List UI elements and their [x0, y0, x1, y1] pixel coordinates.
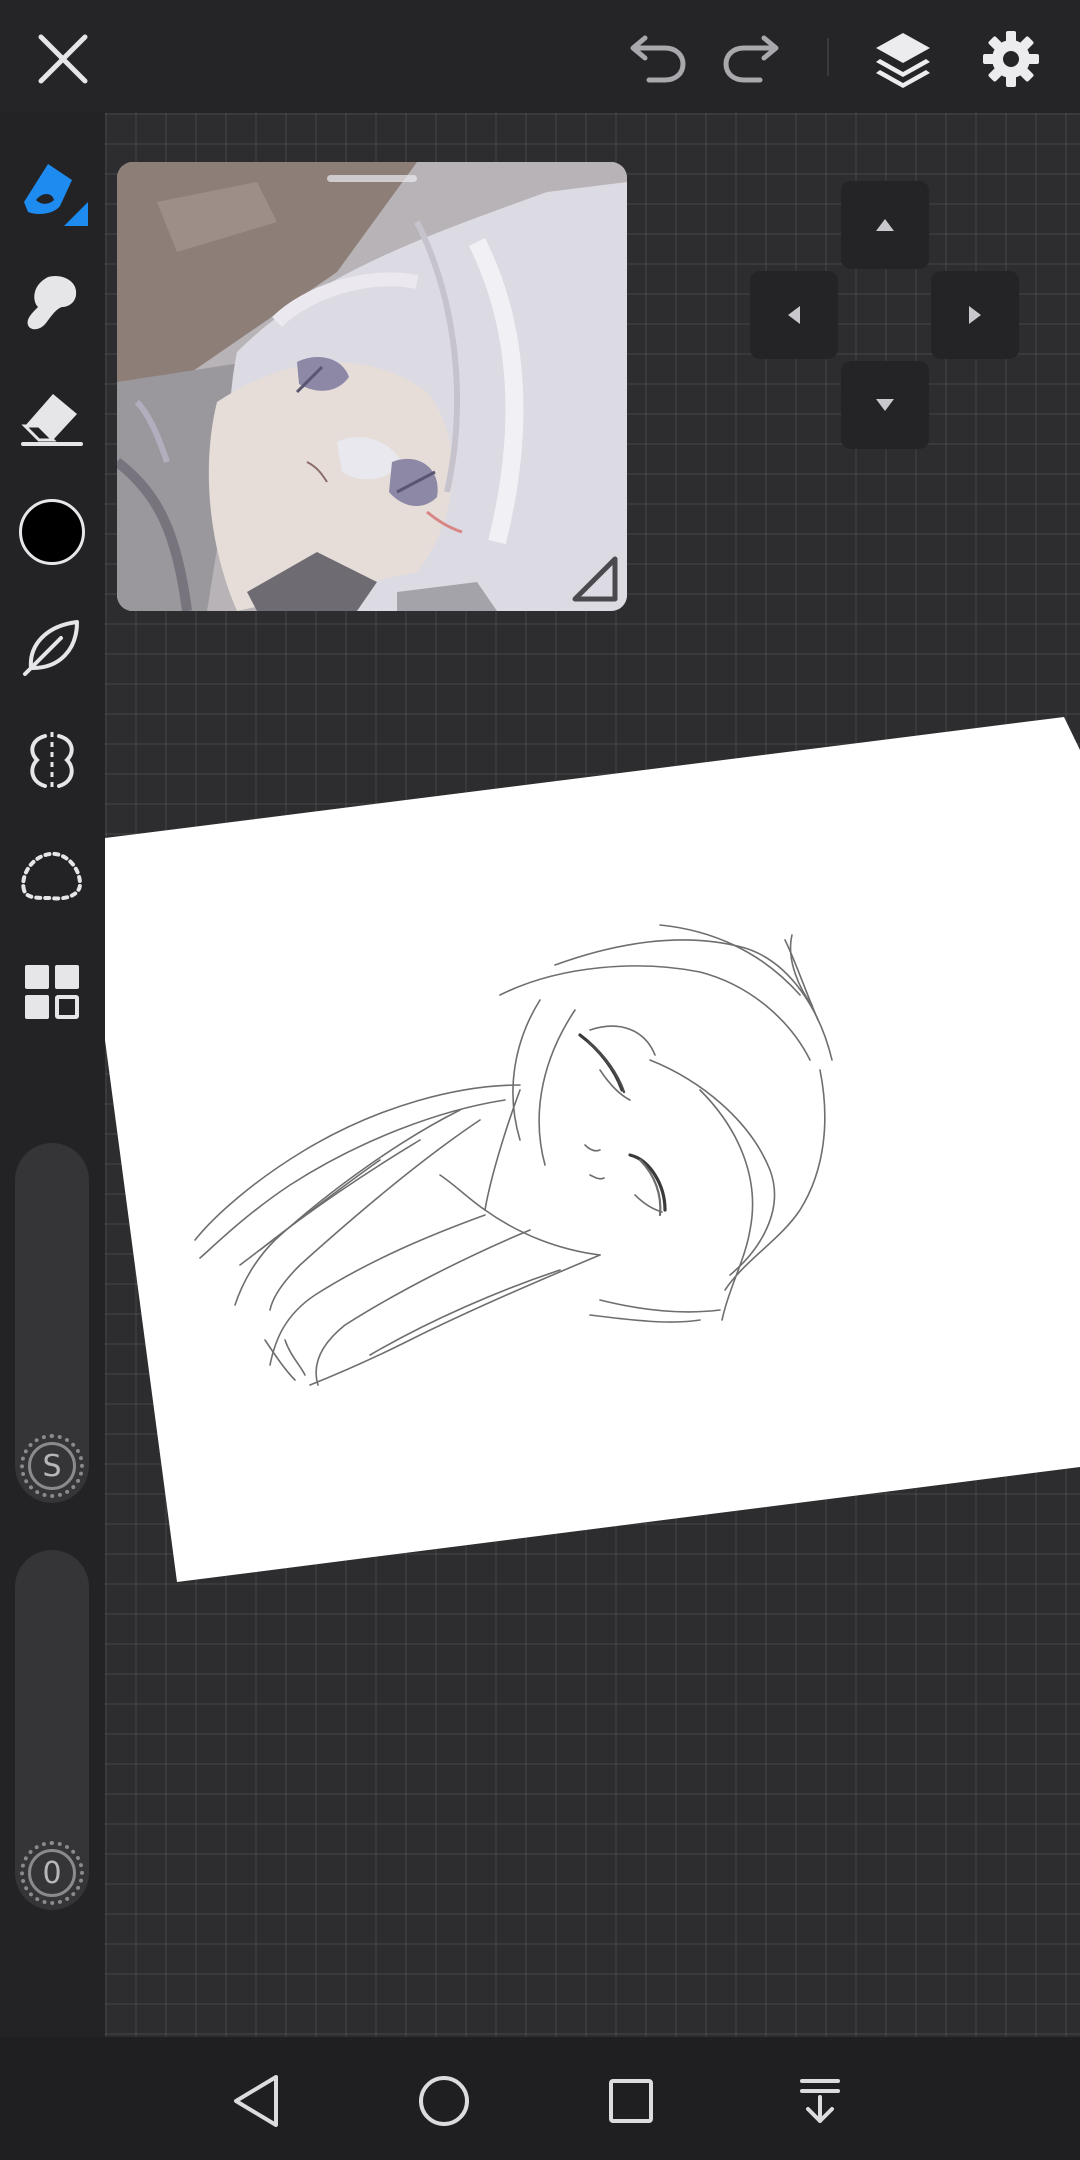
drawing-app: S 0 [0, 0, 1080, 2160]
brush-icon [23, 620, 79, 676]
reference-image [117, 162, 627, 611]
lasso-selection-button[interactable] [11, 835, 93, 917]
color-swatch [19, 499, 85, 565]
arrow-up-icon [876, 219, 894, 231]
dpad-right-button[interactable] [931, 271, 1019, 359]
nav-back-icon [234, 2075, 278, 2127]
dpad-left-button[interactable] [750, 271, 838, 359]
close-icon [38, 34, 88, 84]
gear-icon [983, 31, 1039, 87]
layers-icon [876, 33, 930, 88]
redo-button[interactable] [707, 14, 797, 104]
brush-library-button[interactable] [11, 606, 93, 688]
nav-notification-button[interactable] [780, 2061, 860, 2141]
nav-home-button[interactable] [404, 2061, 484, 2141]
system-navigation-bar [0, 2037, 1080, 2160]
pen-icon [24, 164, 88, 226]
color-picker-button[interactable] [11, 491, 93, 573]
arrow-left-icon [788, 306, 800, 324]
top-bar [0, 0, 1080, 113]
settings-button[interactable] [966, 14, 1056, 104]
smudge-icon [27, 275, 77, 330]
close-button[interactable] [18, 14, 108, 104]
arrow-down-icon [876, 399, 894, 411]
undo-button[interactable] [612, 14, 702, 104]
lasso-icon [21, 851, 83, 901]
symmetry-icon [30, 732, 74, 790]
nav-recents-button[interactable] [591, 2061, 671, 2141]
tool-sidebar: S 0 [0, 113, 105, 2037]
layers-button[interactable] [858, 14, 948, 104]
gallery-icon [25, 965, 79, 1019]
redo-icon [723, 35, 779, 83]
gallery-button[interactable] [11, 951, 93, 1033]
symmetry-tool-button[interactable] [11, 720, 93, 802]
panel-drag-handle[interactable] [327, 175, 417, 182]
undo-icon [630, 35, 686, 83]
eraser-icon [21, 394, 83, 446]
nav-back-button[interactable] [216, 2061, 296, 2141]
brush-size-knob[interactable]: S [20, 1434, 84, 1498]
smudge-tool-button[interactable] [11, 262, 93, 344]
nav-notification-icon [800, 2079, 840, 2123]
dpad-down-button[interactable] [841, 361, 929, 449]
nav-recents-icon [609, 2079, 653, 2123]
pen-tool-button[interactable] [11, 149, 93, 231]
nav-home-icon [419, 2076, 469, 2126]
toolbar-divider [827, 38, 829, 76]
brush-opacity-knob[interactable]: 0 [20, 1841, 84, 1905]
brush-opacity-slider[interactable]: 0 [15, 1550, 89, 1910]
brush-size-slider[interactable]: S [15, 1143, 89, 1503]
resize-corner-icon[interactable] [567, 551, 621, 605]
dpad-up-button[interactable] [841, 181, 929, 269]
reference-image-panel[interactable] [117, 162, 627, 611]
arrow-right-icon [969, 306, 981, 324]
eraser-tool-button[interactable] [11, 377, 93, 459]
